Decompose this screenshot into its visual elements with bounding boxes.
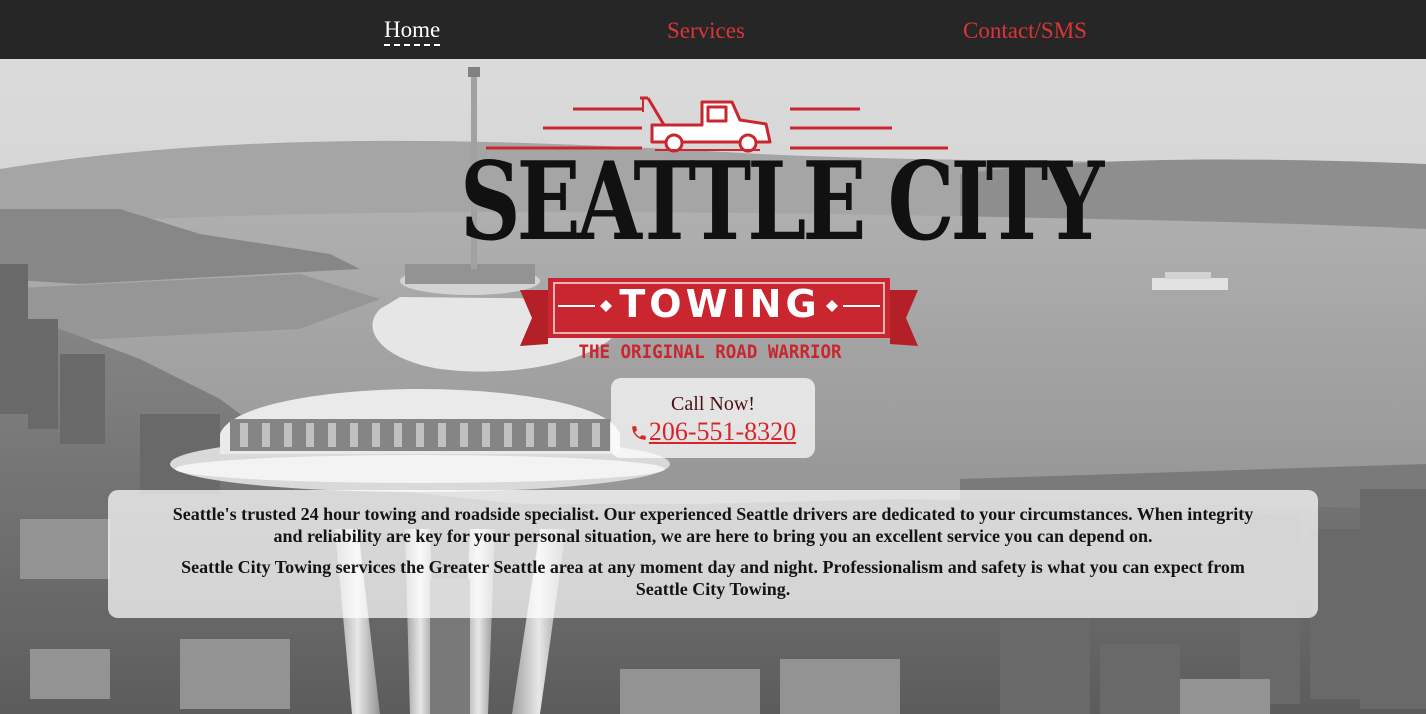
call-now-label: Call Now! (671, 393, 755, 415)
logo-banner-text: TOWING (619, 282, 821, 326)
intro-text-box: Seattle's trusted 24 hour towing and roa… (108, 490, 1318, 618)
nav-services-link[interactable]: Services (667, 16, 745, 46)
top-nav: Home Services Contact/SMS (0, 0, 1426, 59)
phone-number-link[interactable]: 206-551-8320 (630, 417, 796, 447)
phone-icon (632, 426, 646, 440)
intro-paragraph-1: Seattle's trusted 24 hour towing and roa… (172, 504, 1254, 546)
phone-number: 206-551-8320 (648, 417, 797, 446)
logo-title: SEATTLE CITY (460, 137, 1104, 265)
nav-contact-link[interactable]: Contact/SMS (963, 16, 1087, 46)
call-now-box: Call Now! 206-551-8320 (611, 378, 815, 458)
seattle-city-towing-logo: SEATTLE CITY TOWING THE ORIGINAL ROAD WA… (440, 90, 1104, 370)
logo-tagline: THE ORIGINAL ROAD WARRIOR (578, 341, 842, 363)
intro-paragraph-2: Seattle City Towing services the Greater… (181, 557, 1245, 599)
nav-home-link[interactable]: Home (384, 16, 441, 46)
